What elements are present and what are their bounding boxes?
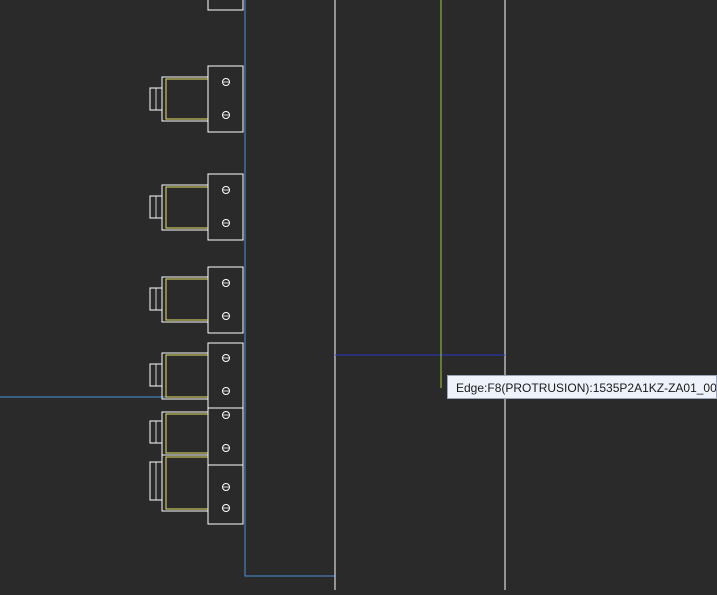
cad-viewport[interactable]: Edge:F8(PROTRUSION):1535P2A1KZ-ZA01_00 [0, 0, 717, 590]
thread-outline [165, 78, 208, 120]
thread-outline [165, 186, 208, 229]
thread-outline [165, 456, 208, 510]
connector-block[interactable] [207, 407, 244, 466]
body-outline [161, 76, 208, 122]
connector-block-top[interactable] [207, 0, 244, 11]
body-outline [161, 276, 208, 323]
hover-tooltip: Edge:F8(PROTRUSION):1535P2A1KZ-ZA01_00 [447, 375, 717, 399]
connector-block[interactable] [207, 266, 244, 334]
connector-assembly[interactable] [149, 407, 244, 466]
thread-outline [165, 413, 208, 454]
frame-outline [244, 0, 335, 577]
cad-drawing[interactable] [0, 0, 717, 590]
body-outline [161, 184, 208, 231]
body-outline [161, 352, 208, 400]
connector-block[interactable] [207, 342, 244, 409]
connector-assembly[interactable] [149, 65, 244, 133]
thread-outline [165, 278, 208, 321]
connector-block[interactable] [207, 65, 244, 133]
connector-assembly[interactable] [149, 266, 244, 334]
body-outline [161, 454, 208, 512]
connector-assembly[interactable] [149, 342, 244, 409]
connector-block[interactable] [207, 173, 244, 241]
thread-outline [165, 354, 208, 398]
body-outline [161, 411, 208, 456]
connector-assembly[interactable] [149, 454, 244, 525]
connector-assembly[interactable] [149, 173, 244, 241]
connector-block[interactable] [207, 464, 244, 525]
